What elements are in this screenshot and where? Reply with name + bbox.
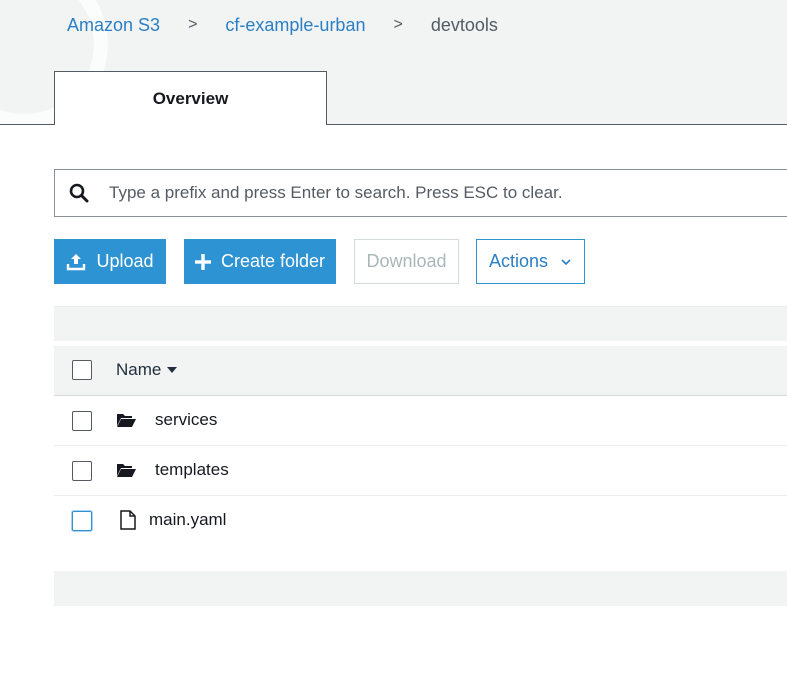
create-folder-button[interactable]: Create folder bbox=[184, 239, 336, 284]
search-bar bbox=[54, 169, 787, 217]
row-checkbox[interactable] bbox=[72, 511, 92, 531]
file-name-link[interactable]: main.yaml bbox=[149, 510, 226, 530]
table-row[interactable]: templates bbox=[54, 446, 787, 496]
caret-down-icon bbox=[167, 367, 178, 373]
name-column-label: Name bbox=[116, 360, 162, 379]
search-input[interactable] bbox=[109, 170, 769, 216]
actions-dropdown-button[interactable]: Actions bbox=[476, 239, 585, 284]
download-button[interactable]: Download bbox=[354, 239, 459, 284]
download-button-label: Download bbox=[366, 251, 447, 271]
folder-open-icon bbox=[117, 414, 136, 427]
file-icon bbox=[120, 510, 136, 530]
folder-name-link[interactable]: services bbox=[155, 410, 217, 430]
breadcrumb-current: devtools bbox=[430, 14, 498, 35]
actions-button-label: Actions bbox=[488, 251, 549, 271]
plus-icon bbox=[194, 253, 211, 270]
upload-button[interactable]: Upload bbox=[54, 239, 166, 284]
search-icon bbox=[69, 183, 89, 203]
table-row[interactable]: services bbox=[54, 396, 787, 446]
breadcrumb: Amazon S3 > cf-example-urban > devtools bbox=[67, 14, 498, 36]
table-top-bar bbox=[54, 306, 787, 341]
folder-open-icon bbox=[117, 464, 136, 477]
name-column-header[interactable]: Name bbox=[116, 360, 178, 380]
chevron-down-icon bbox=[560, 258, 572, 266]
row-checkbox[interactable] bbox=[72, 461, 92, 481]
breadcrumb-separator: > bbox=[188, 16, 198, 33]
table-row[interactable]: main.yaml bbox=[54, 496, 787, 546]
table-header: Name bbox=[54, 346, 787, 396]
breadcrumb-root-link[interactable]: Amazon S3 bbox=[67, 15, 160, 36]
upload-icon bbox=[66, 252, 86, 272]
upload-button-label: Upload bbox=[96, 251, 154, 271]
breadcrumb-bucket-link[interactable]: cf-example-urban bbox=[225, 15, 365, 36]
breadcrumb-separator: > bbox=[393, 16, 403, 33]
tab-overview[interactable]: Overview bbox=[54, 71, 327, 125]
row-checkbox[interactable] bbox=[72, 411, 92, 431]
select-all-checkbox[interactable] bbox=[72, 360, 92, 380]
table-footer-bar bbox=[54, 571, 787, 606]
create-folder-button-label: Create folder bbox=[220, 251, 326, 271]
folder-name-link[interactable]: templates bbox=[155, 460, 229, 480]
